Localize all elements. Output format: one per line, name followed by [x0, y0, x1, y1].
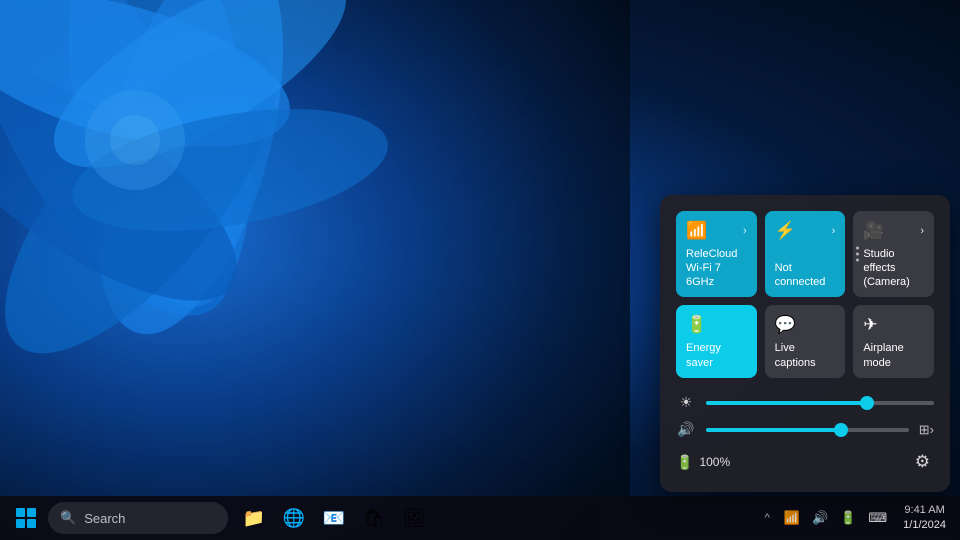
bluetooth-icon: ⚡ [775, 221, 796, 241]
energy-saver-tile-top: 🔋 [686, 315, 747, 335]
quick-settings-panel: 📶 › ReleCloud Wi-Fi 7 6GHz ⚡ › Not conne… [660, 195, 950, 492]
brightness-row: ☀ [676, 394, 934, 411]
tray-clock[interactable]: 9:41 AM 1/1/2024 [897, 501, 952, 536]
mail-icon[interactable]: 📧 [316, 500, 352, 536]
airplane-mode-label: Airplane mode [863, 341, 924, 370]
logo-q1 [16, 508, 25, 517]
battery-percent: 100% [699, 455, 730, 469]
airplane-mode-tile[interactable]: ✈ Airplane mode [853, 305, 934, 378]
logo-q2 [27, 508, 36, 517]
bluetooth-tile-top: ⚡ › [775, 221, 836, 241]
live-captions-label: Live captions [775, 341, 836, 370]
file-explorer-icon[interactable]: 📁 [236, 500, 272, 536]
wifi-chevron[interactable]: › [743, 225, 747, 237]
edge-icon[interactable]: 🌐 [276, 500, 312, 536]
camera-icon: 🎥 [863, 221, 884, 241]
airplane-icon: ✈ [863, 315, 877, 335]
wifi-label: ReleCloud Wi-Fi 7 6GHz [686, 247, 747, 290]
store-icon[interactable]: 🛍 [356, 500, 392, 536]
quick-settings-footer: 🔋 100% ⚙ [676, 448, 934, 476]
bluetooth-label: Not connected [775, 261, 836, 290]
energy-saver-tile[interactable]: 🔋 Energy saver [676, 305, 757, 378]
search-label: Search [84, 511, 125, 526]
logo-q4 [27, 519, 36, 528]
tray-volume-icon[interactable]: 🔊 [808, 506, 832, 530]
wifi-tile[interactable]: 📶 › ReleCloud Wi-Fi 7 6GHz [676, 211, 757, 298]
tray-chevron-up[interactable]: ^ [761, 508, 774, 528]
energy-saver-icon: 🔋 [686, 315, 707, 335]
search-icon: 🔍 [60, 510, 76, 526]
taskbar: 🔍 Search 📁 🌐 📧 🛍 🖼 ^ 📶 🔊 🔋 ⌨ 9:41 AM 1/1… [0, 496, 960, 540]
studio-effects-tile[interactable]: 🎥 › Studio effects(Camera) [853, 211, 934, 298]
volume-row: 🔊 ⊞› [676, 421, 934, 438]
tray-icons: 📶 🔊 🔋 ⌨ [780, 506, 891, 530]
settings-gear-icon[interactable]: ⚙ [911, 448, 934, 476]
tray-date-value: 1/1/2024 [903, 518, 946, 533]
search-bar[interactable]: 🔍 Search [48, 502, 228, 534]
studio-effects-label: Studio effects(Camera) [863, 247, 924, 290]
tray-lang-icon[interactable]: ⌨ [864, 506, 891, 530]
quick-settings-grid: 📶 › ReleCloud Wi-Fi 7 6GHz ⚡ › Not conne… [676, 211, 934, 378]
airplane-mode-tile-top: ✈ [863, 315, 924, 335]
brightness-slider[interactable] [706, 401, 934, 405]
logo-q3 [16, 519, 25, 528]
tray-time-value: 9:41 AM [904, 503, 944, 518]
volume-end-icon[interactable]: ⊞› [919, 422, 934, 438]
volume-icon: 🔊 [676, 421, 696, 438]
wallpaper-bloom [0, 0, 630, 540]
taskbar-apps: 📁 🌐 📧 🛍 🖼 [236, 500, 432, 536]
wifi-tile-top: 📶 › [686, 221, 747, 241]
battery-info: 🔋 100% [676, 454, 730, 471]
tray-wifi-icon[interactable]: 📶 [780, 506, 804, 530]
battery-footer-icon: 🔋 [676, 454, 693, 471]
bluetooth-tile[interactable]: ⚡ › Not connected [765, 211, 846, 298]
volume-slider[interactable] [706, 428, 909, 432]
bluetooth-chevron[interactable]: › [832, 225, 836, 237]
energy-saver-label: Energy saver [686, 341, 747, 370]
windows-logo [16, 508, 36, 528]
studio-effects-tile-top: 🎥 › [863, 221, 924, 241]
desktop: 📶 › ReleCloud Wi-Fi 7 6GHz ⚡ › Not conne… [0, 0, 960, 540]
wifi-icon: 📶 [686, 221, 707, 241]
studio-effects-chevron[interactable]: › [920, 225, 924, 237]
live-captions-tile-top: 💬 [775, 315, 836, 335]
photos-icon[interactable]: 🖼 [396, 500, 432, 536]
tray-battery-icon[interactable]: 🔋 [836, 506, 860, 530]
system-tray: ^ 📶 🔊 🔋 ⌨ 9:41 AM 1/1/2024 [761, 501, 952, 536]
live-captions-tile[interactable]: 💬 Live captions [765, 305, 846, 378]
brightness-icon: ☀ [676, 394, 696, 411]
captions-icon: 💬 [775, 315, 796, 335]
start-button[interactable] [8, 500, 44, 536]
